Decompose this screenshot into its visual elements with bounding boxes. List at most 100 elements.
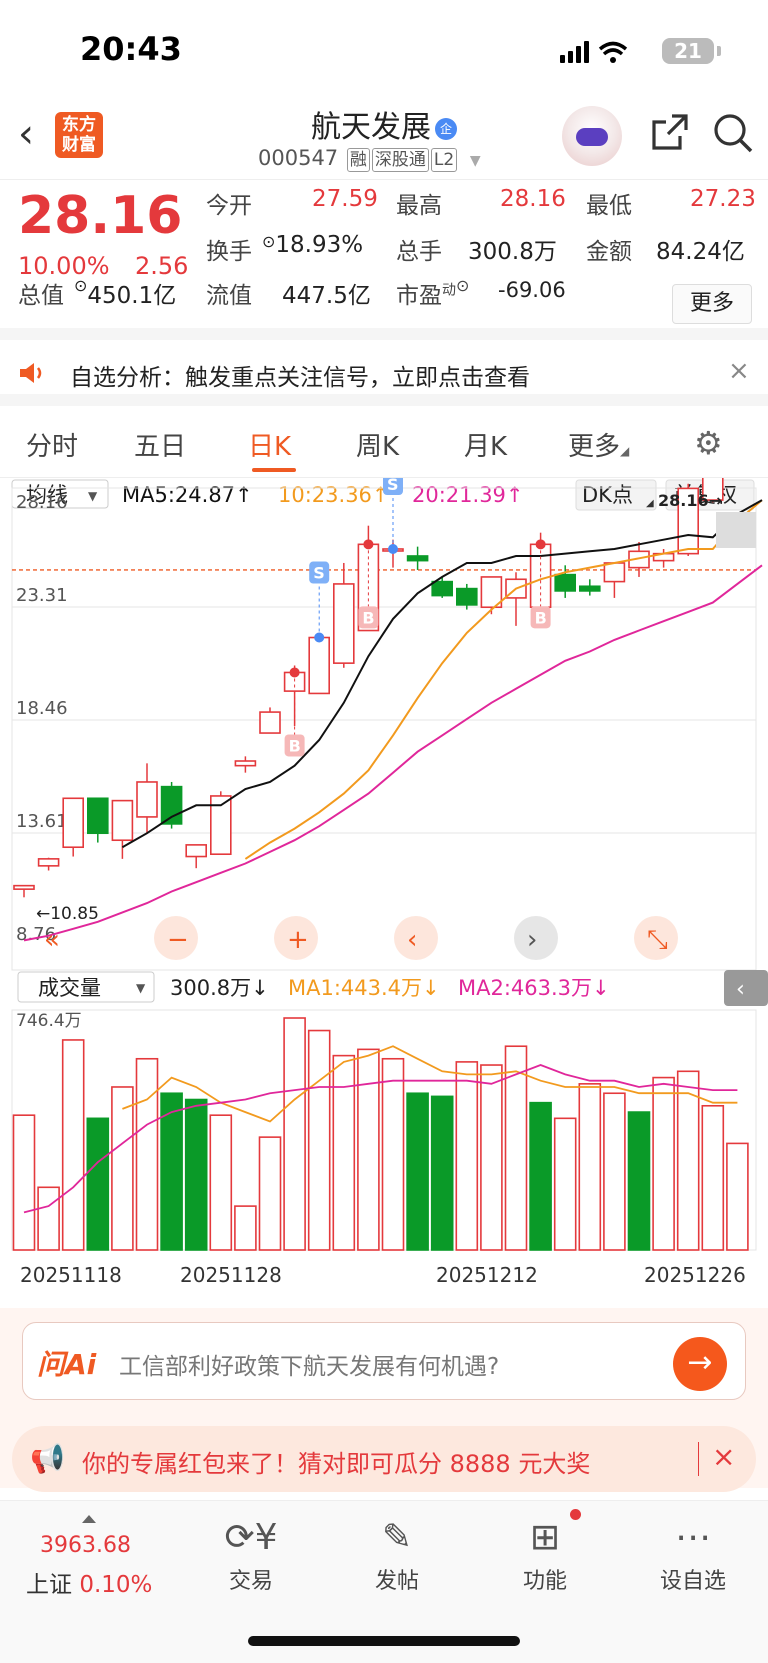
- value-high: 28.16: [500, 186, 566, 212]
- y-tick-label: 23.31: [16, 585, 68, 606]
- info-icon: ⊙: [456, 276, 470, 295]
- index-value: 3963.68: [40, 1533, 131, 1558]
- volume-selector-label: 成交量: [38, 976, 101, 1000]
- value-float-cap: 447.5亿: [282, 283, 371, 309]
- volume-ma1: MA1:443.4万↓: [288, 976, 440, 1000]
- nav-post[interactable]: ✎ 发帖: [342, 1517, 452, 1595]
- volume-y-max-label: 746.4万: [16, 1011, 82, 1031]
- promo-banner[interactable]: 📢 你的专属红包来了！猜对即可瓜分 8888 元大奖 ×: [12, 1426, 756, 1492]
- battery-indicator: 21: [662, 38, 721, 64]
- x-tick-label: 20251118: [20, 1263, 122, 1287]
- label-turnover: 换手: [206, 239, 252, 265]
- candle-body: [87, 797, 109, 835]
- volume-bar: [455, 1061, 479, 1251]
- buy-signal-label: B: [535, 608, 547, 627]
- stock-name: 航天发展: [311, 110, 431, 145]
- tag-l2: L2: [430, 148, 458, 172]
- status-bar: 20:43 21: [0, 0, 768, 100]
- label-pe: 市盈动⊙: [396, 276, 470, 309]
- buy-signal-label: B: [362, 608, 374, 627]
- candle-body: [234, 760, 257, 767]
- x-tick-label: 20251128: [180, 1263, 282, 1287]
- label-low: 最低: [586, 193, 632, 219]
- chart-nav-icon: −: [167, 925, 189, 955]
- value-turnover: ⊙18.93%: [262, 232, 364, 258]
- share-icon[interactable]: [650, 112, 690, 152]
- volume-bar: [603, 1092, 626, 1251]
- megaphone-icon: 📢: [30, 1442, 65, 1475]
- candle-body: [111, 799, 134, 842]
- candle-body: [259, 711, 281, 734]
- volume-bar: [86, 1117, 110, 1251]
- candle-body: [136, 781, 158, 818]
- info-icon: ⊙: [74, 276, 88, 295]
- volume-ma2: MA2:463.3万↓: [458, 976, 610, 1000]
- volume-bar: [726, 1142, 749, 1251]
- value-open: 27.59: [312, 186, 378, 212]
- volume-bar: [209, 1114, 233, 1251]
- yen-cycle-icon: ⟳¥: [224, 1517, 278, 1558]
- active-tab-indicator: [252, 468, 296, 472]
- dropdown-caret-icon[interactable]: ▼: [470, 153, 481, 169]
- collapse-button[interactable]: [724, 970, 768, 1006]
- volume-bar: [111, 1086, 134, 1251]
- volume-ma1-line: [122, 1045, 738, 1123]
- signal-dot: [314, 632, 325, 643]
- tab-intraday[interactable]: 分时: [26, 426, 78, 463]
- chart-nav-icon: ⤡: [647, 925, 668, 955]
- chart-nav-icon: ›: [527, 925, 537, 955]
- tag-margin: 融: [346, 148, 370, 172]
- ai-question-box[interactable]: 问Ai 工信部利好政策下航天发展有何机遇? →: [22, 1322, 746, 1400]
- notice-banner[interactable]: 自选分析：触发重点关注信号，立即点击查看 ×: [0, 340, 768, 406]
- candle-body: [431, 580, 454, 597]
- dk-point-label: DK点: [582, 483, 633, 507]
- tab-more[interactable]: 更多◢: [568, 426, 629, 463]
- volume-bar: [307, 1029, 331, 1251]
- stock-header: ‹ 东方 财富 航天发展企 000547 融深股通 L2 ▼: [0, 100, 768, 180]
- status-time: 20:43: [80, 30, 182, 68]
- close-icon[interactable]: ×: [728, 356, 750, 386]
- volume-bar: [430, 1095, 454, 1251]
- ai-robot-icon[interactable]: [562, 106, 622, 166]
- quote-panel: 28.16 10.00% 2.56 今开 27.59 最高 28.16 最低 2…: [0, 180, 768, 340]
- grid-icon: ⊞: [529, 1517, 561, 1558]
- candle-body: [185, 844, 207, 858]
- label-amount: 金额: [586, 239, 632, 265]
- index-label: 上证 0.10%: [26, 1572, 153, 1598]
- tab-daily-k[interactable]: 日K: [248, 426, 291, 463]
- volume-value: 300.8万↓: [170, 976, 269, 1000]
- volume-bar: [701, 1104, 725, 1251]
- caret-icon: ◢: [646, 498, 654, 509]
- candle-body: [603, 562, 626, 583]
- gear-icon[interactable]: ⚙: [694, 424, 723, 462]
- volume-bar: [234, 1205, 257, 1251]
- dropdown-caret-icon: ▼: [88, 489, 98, 503]
- candle-body: [13, 884, 35, 890]
- x-tick-label: 20251226: [644, 1263, 746, 1287]
- volume-bar: [627, 1111, 651, 1251]
- ma20-value: 20:21.39↑: [412, 483, 524, 507]
- sell-signal-label: S: [387, 478, 399, 494]
- nav-add-watchlist[interactable]: ⋯ 设自选: [638, 1517, 748, 1595]
- volume-bar: [332, 1054, 356, 1251]
- candle-body: [160, 785, 183, 825]
- arrow-right-icon[interactable]: →: [673, 1337, 727, 1391]
- tab-weekly-k[interactable]: 周K: [356, 426, 399, 463]
- search-icon[interactable]: [712, 112, 754, 154]
- nav-trade[interactable]: ⟳¥ 交易: [196, 1517, 306, 1595]
- tab-monthly-k[interactable]: 月K: [464, 426, 507, 463]
- stock-subtitle[interactable]: 000547 融深股通 L2 ▼: [258, 146, 481, 172]
- chevron-left-icon: ‹: [736, 977, 745, 1002]
- candle-body: [308, 636, 331, 695]
- speaker-icon: [20, 363, 42, 383]
- close-icon[interactable]: ×: [712, 1440, 735, 1473]
- tab-five-day[interactable]: 五日: [134, 426, 186, 463]
- more-button[interactable]: 更多: [672, 284, 752, 324]
- candle-body: [406, 555, 429, 562]
- chart-nav-icon: +: [287, 925, 309, 955]
- nav-functions[interactable]: ⊞ 功能: [490, 1517, 600, 1595]
- volume-bar: [61, 1039, 85, 1251]
- volume-bar: [258, 1136, 282, 1251]
- x-tick-label: 20251212: [436, 1263, 538, 1287]
- kline-chart-area[interactable]: 均线▼MA5:24.87↑10:23.36↑20:21.39↑DK点◢前复权28…: [0, 413, 768, 1308]
